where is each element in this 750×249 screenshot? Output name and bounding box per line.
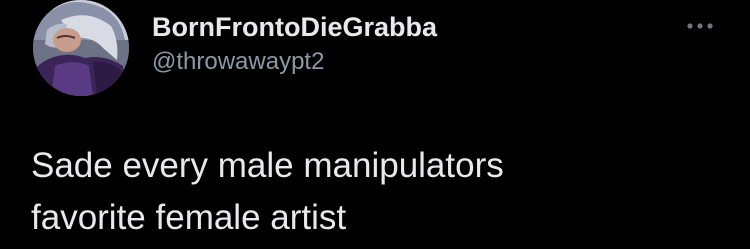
ellipsis-icon — [687, 23, 713, 29]
tweet-card: BornFrontoDieGrabba @throwawaypt2 Sade e… — [0, 0, 750, 249]
tweet-text: Sade every male manipulators favorite fe… — [31, 146, 504, 237]
author-display-name[interactable]: BornFrontoDieGrabba — [152, 10, 437, 44]
author-handle[interactable]: @throwawaypt2 — [152, 47, 324, 77]
avatar[interactable] — [33, 0, 129, 96]
more-options-button[interactable] — [682, 14, 722, 38]
character-avatar-icon — [33, 0, 129, 96]
